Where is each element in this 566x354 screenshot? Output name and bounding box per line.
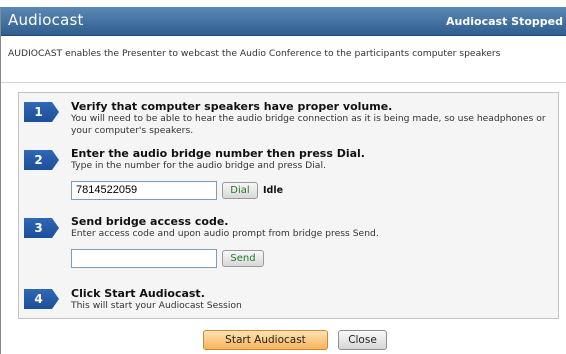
send-button[interactable]: Send (222, 250, 264, 267)
close-button[interactable]: Close (338, 330, 387, 350)
dial-button[interactable]: Dial (222, 182, 258, 199)
audiocast-status: Audiocast Stopped (446, 15, 563, 28)
step-title: Send bridge access code. (71, 215, 229, 228)
step-description: This will start your Audiocast Session (71, 300, 242, 311)
step-number-badge: 1 (24, 102, 59, 122)
step-title: Click Start Audiocast. (71, 287, 205, 300)
step-number-badge: 3 (24, 218, 59, 238)
step-title: Verify that computer speakers have prope… (71, 100, 393, 113)
access-code-input[interactable] (71, 249, 217, 268)
bridge-number-input[interactable]: 7814522059 (71, 181, 217, 200)
steps-panel: 1 Verify that computer speakers have pro… (18, 92, 559, 319)
step-number-badge: 2 (24, 150, 59, 170)
dialog-titlebar[interactable]: Audiocast Audiocast Stopped (1, 7, 566, 36)
audiocast-dialog: Audiocast Audiocast Stopped AUDIOCAST en… (0, 7, 566, 354)
step-number-badge: 4 (24, 289, 59, 309)
step-title: Enter the audio bridge number then press… (71, 147, 365, 160)
top-strip (0, 0, 566, 7)
dialog-title: Audiocast (8, 11, 84, 29)
dial-state-label: Idle (263, 185, 284, 196)
step-description: Enter access code and upon audio prompt … (71, 228, 379, 239)
start-audiocast-button[interactable]: Start Audiocast (203, 330, 328, 350)
divider (1, 82, 566, 83)
step-description: Type in the number for the audio bridge … (71, 160, 326, 171)
step-description: You will need to be able to hear the aud… (71, 113, 546, 136)
intro-text: AUDIOCAST enables the Presenter to webca… (8, 48, 501, 59)
